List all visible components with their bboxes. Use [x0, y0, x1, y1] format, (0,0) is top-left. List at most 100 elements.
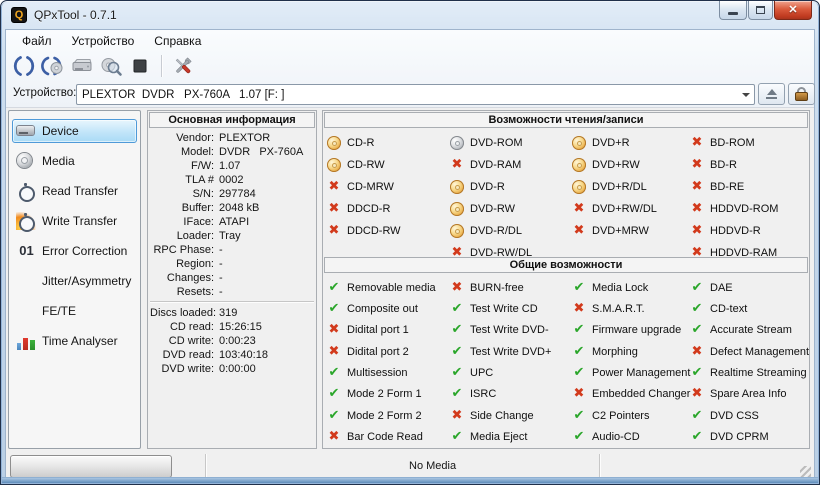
capability-item: Mode 2 Form 2: [327, 408, 449, 423]
capability-item: Composite out: [327, 301, 449, 316]
capability-item: UPC: [450, 366, 572, 381]
sidebar-item-media[interactable]: Media: [12, 149, 137, 173]
close-button[interactable]: ✕: [774, 1, 812, 20]
rescan-devices-button[interactable]: [10, 53, 37, 79]
sidebar-item-label: Error Correction: [42, 244, 128, 258]
status-icon: [450, 224, 464, 238]
capability-item: DVD+RW: [572, 157, 694, 173]
capability-item: DVD-RW: [450, 201, 572, 217]
info-row-value: -: [219, 286, 223, 298]
check-disc-button[interactable]: [97, 53, 124, 79]
stop-button[interactable]: [126, 53, 153, 79]
capability-item: DDCD-RW: [327, 223, 449, 239]
sidebar-item-write-transfer[interactable]: Write Transfer: [12, 209, 137, 233]
capability-item: ISRC: [450, 387, 572, 402]
capability-label: Mode 2 Form 2: [347, 409, 422, 422]
info-row-label: F/W:: [190, 160, 214, 172]
capability-label: Didital port 1: [347, 324, 409, 337]
capability-label: CD-MRW: [347, 181, 394, 193]
eject-button[interactable]: [758, 83, 785, 105]
tools-icon: [175, 56, 192, 73]
capability-label: DVD CPRM: [710, 431, 769, 444]
rw-capabilities-header: Возможности чтения/записи: [324, 112, 808, 128]
capability-label: S.M.A.R.T.: [592, 302, 645, 315]
capability-label: DVD-R/DL: [470, 225, 522, 237]
status-icon: [572, 430, 586, 444]
usage-stats-rows: Discs loaded: 319 CD read: 15:26:15 CD w…: [150, 306, 314, 376]
menu-item-device[interactable]: Устройство: [62, 31, 145, 51]
info-row-value: PLEXTOR: [219, 132, 271, 144]
info-row-label: CD read:: [169, 321, 214, 333]
status-icon: [327, 323, 341, 337]
minimize-button[interactable]: [719, 1, 747, 20]
device-combobox[interactable]: PLEXTOR DVDR PX-760A 1.07 [F: ]: [76, 84, 755, 105]
device-info-button[interactable]: [68, 53, 95, 79]
sidebar-item-label: Jitter/Asymmetry: [42, 274, 132, 288]
resize-grip[interactable]: [800, 466, 811, 477]
status-icon: [690, 180, 704, 194]
capability-item: HDDVD-R: [690, 223, 812, 239]
status-icon: [572, 345, 586, 359]
capability-label: DAE: [710, 281, 733, 294]
status-icon: [572, 136, 586, 150]
capability-label: Test Write CD: [470, 302, 538, 315]
capability-label: CD-RW: [347, 159, 385, 171]
capability-label: Power Management: [592, 367, 691, 380]
sidebar-item-device[interactable]: Device: [12, 119, 137, 143]
sidebar-item-jitter-asymmetry[interactable]: Jitter/Asymmetry: [12, 269, 137, 293]
magnifier-disc-icon: [101, 57, 122, 76]
close-icon: ✕: [788, 3, 798, 16]
capability-label: ISRC: [470, 388, 497, 401]
capability-item: Embedded Changer: [572, 387, 694, 402]
status-icon: [450, 136, 464, 150]
stopwatch-icon: [16, 182, 37, 202]
info-row-value: 2048 kB: [219, 202, 260, 214]
status-separator: [205, 454, 207, 478]
status-icon: [572, 323, 586, 337]
status-icon: [327, 345, 341, 359]
info-row: RPC Phase: -: [150, 243, 314, 257]
general-capabilities-column-3: Media Lock S.M.A.R.T. Firmware upgrade M…: [572, 280, 694, 451]
status-icon: [327, 387, 341, 401]
status-icon: [450, 202, 464, 216]
general-capabilities-column-2: BURN-free Test Write CD Test Write DVD- …: [450, 280, 572, 451]
preferences-button[interactable]: [169, 53, 196, 79]
sidebar-item-fe-te[interactable]: FE/TE: [12, 299, 137, 323]
info-row-value: DVDR PX-760A: [219, 146, 304, 158]
info-row-value: 1.07: [219, 160, 241, 172]
general-capabilities-header: Общие возможности: [324, 257, 808, 273]
status-icon: [690, 202, 704, 216]
error-correction-01-icon: [16, 242, 37, 260]
menu-item-file[interactable]: Файл: [12, 31, 62, 51]
info-row: Discs loaded: 319: [150, 306, 314, 320]
status-icon: [327, 202, 341, 216]
info-row: Loader: Tray: [150, 229, 314, 243]
maximize-button[interactable]: [748, 1, 773, 20]
refresh-media-button[interactable]: [39, 53, 66, 79]
capability-label: DDCD-RW: [347, 225, 401, 237]
info-row: DVD read: 103:40:18: [150, 348, 314, 362]
menu-item-help[interactable]: Справка: [144, 31, 211, 51]
sidebar-item-label: Media: [42, 154, 75, 168]
info-row: CD read: 15:26:15: [150, 320, 314, 334]
status-icon: [690, 136, 704, 150]
title-bar[interactable]: Q QPxTool - 0.7.1 ✕: [1, 1, 819, 29]
status-icon: [450, 158, 464, 172]
capability-item: Realtime Streaming: [690, 366, 812, 381]
capability-label: DVD+R: [592, 137, 630, 149]
capability-label: Firmware upgrade: [592, 324, 682, 337]
info-row: Model: DVDR PX-760A: [150, 145, 314, 159]
sidebar-item-read-transfer[interactable]: Read Transfer: [12, 179, 137, 203]
general-capabilities-column-1: Removable media Composite out Didital po…: [327, 280, 449, 451]
lock-button[interactable]: [788, 83, 815, 105]
info-row-value: 319: [219, 307, 238, 319]
capability-label: Embedded Changer: [592, 388, 691, 401]
chevron-down-icon[interactable]: [737, 92, 754, 97]
sidebar-item-time-analyser[interactable]: Time Analyser: [12, 329, 137, 353]
sidebar-item-error-correction[interactable]: Error Correction: [12, 239, 137, 263]
info-row-label: Resets:: [176, 286, 214, 298]
info-row: Region: -: [150, 257, 314, 271]
status-icon: [572, 409, 586, 423]
info-row-label: Model:: [180, 146, 214, 158]
capability-item: BD-R: [690, 157, 812, 173]
